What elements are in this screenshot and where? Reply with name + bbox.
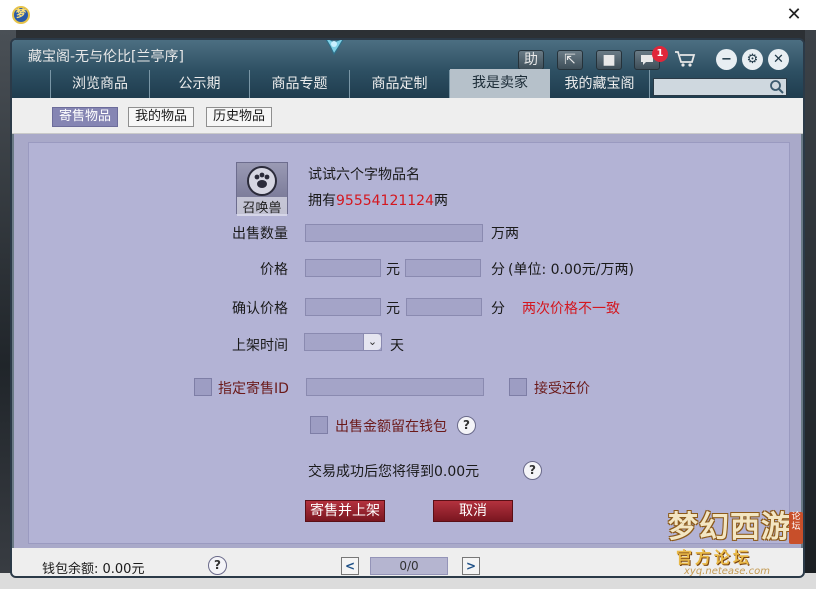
subtab-my-items[interactable]: 我的物品 [128,107,195,127]
tab-browse[interactable]: 浏览商品 [50,70,150,98]
owned-suffix: 两 [433,193,448,209]
dialog-close-button[interactable]: ✕ [768,49,789,70]
owned-prefix: 拥有 [308,193,336,209]
consign-submit-button[interactable]: 寄售并上架 [305,500,385,522]
price-yuan-box [305,259,381,277]
accept-bargain-label: 接受还价 [534,381,590,397]
subtab-history[interactable]: 历史物品 [206,107,273,127]
shelf-time-select[interactable]: ⌄ [304,333,382,351]
price-fen-box [405,259,481,277]
keep-in-wallet-help-icon[interactable]: ? [457,416,476,435]
proceeds-help-icon[interactable]: ? [523,461,542,480]
designate-id-label: 指定寄售ID [218,381,289,397]
quantity-input[interactable] [306,225,482,241]
keep-in-wallet-checkbox[interactable] [310,416,328,434]
host-titlebar: 梦 ✕ [0,0,816,30]
item-icon[interactable]: 召唤兽 [236,162,288,216]
search-box [653,78,787,96]
price-yuan-input[interactable] [306,260,380,276]
cart-icon [675,51,696,67]
page-indicator: 0/0 [370,557,448,575]
message-count-badge: 1 [652,46,668,62]
price-yuan-unit: 元 [386,262,400,278]
tab-seller[interactable]: 我是卖家 [450,69,550,98]
settings-button[interactable]: ⚙ [742,49,763,70]
price-mismatch-warning: 两次价格不一致 [522,301,620,317]
confirm-yuan-input[interactable] [306,299,380,315]
cancel-button[interactable]: 取消 [433,500,513,522]
confirm-fen-input[interactable] [407,299,481,315]
ornament-icon [325,40,344,56]
sub-tab-bar: 寄售物品 我的物品 历史物品 [12,98,803,134]
tab-my-pavilion[interactable]: 我的藏宝阁 [550,70,650,98]
confirm-fen-box [406,298,482,316]
unit-hint: (单位: 0.00元/万两) [508,262,634,278]
owned-amount: 拥有95554121124两 [308,190,448,210]
quantity-unit: 万两 [491,226,519,242]
confirm-fen-unit: 分 [491,301,505,317]
price-fen-unit: 分 [491,262,505,278]
tab-public-notice[interactable]: 公示期 [150,70,250,98]
app-logo-icon: 梦 [12,6,30,24]
treasure-pavilion-dialog: 藏宝阁-无与伦比[兰亭序] 助 ⇱ ■ 1 − ⚙ ✕ 浏览商品 公示期 商品专… [10,38,805,578]
pin-button[interactable]: ⇱ [557,50,583,70]
dialog-title: 藏宝阁-无与伦比[兰亭序] [28,49,184,65]
record-button[interactable]: ■ [596,50,622,70]
search-icon[interactable] [769,79,785,95]
watermark-title: 梦幻西游 [668,510,792,545]
shelf-time-unit: 天 [390,338,404,354]
expected-proceeds: 交易成功后您将得到0.00元 [308,464,480,480]
designate-id-checkbox[interactable] [194,378,212,396]
watermark-tag: 论坛 [789,512,803,544]
tab-topics[interactable]: 商品专题 [250,70,350,98]
dialog-header[interactable]: 藏宝阁-无与伦比[兰亭序] 助 ⇱ ■ 1 − ⚙ ✕ 浏览商品 公示期 商品专… [12,40,803,98]
shelf-time-label: 上架时间 [232,338,288,354]
owned-value: 95554121124 [336,193,434,209]
item-name: 试试六个字物品名 [308,167,420,183]
price-label: 价格 [260,262,288,278]
wallet-help-icon[interactable]: ? [208,556,227,575]
cart-button[interactable] [672,50,698,70]
confirm-yuan-unit: 元 [386,301,400,317]
next-page-button[interactable]: > [462,557,480,575]
confirm-yuan-box [305,298,381,316]
item-icon-caption: 召唤兽 [237,197,287,216]
tab-custom[interactable]: 商品定制 [350,70,450,98]
subtab-consign[interactable]: 寄售物品 [52,107,119,127]
watermark-subtitle: 官方论坛 [676,548,753,567]
watermark-url: xyq.netease.com [684,566,770,577]
chevron-down-icon[interactable]: ⌄ [363,334,381,350]
confirm-price-label: 确认价格 [232,301,288,317]
quantity-label: 出售数量 [232,226,288,242]
search-input[interactable] [654,79,766,95]
minimize-button[interactable]: − [716,49,737,70]
wallet-balance: 钱包余额: 0.00元 [42,562,145,577]
designate-id-box [306,378,484,396]
host-close-button[interactable]: ✕ [784,5,804,25]
help-button[interactable]: 助 [518,50,544,70]
price-fen-input[interactable] [406,260,480,276]
prev-page-button[interactable]: < [341,557,359,575]
keep-in-wallet-label: 出售金额留在钱包 [335,419,447,435]
quantity-field-box [305,224,483,242]
forum-watermark-logo: 梦幻西游 官方论坛 xyq.netease.com 论坛 [668,502,814,582]
paw-icon [247,166,277,196]
accept-bargain-checkbox[interactable] [509,378,527,396]
designate-id-input[interactable] [307,379,483,395]
